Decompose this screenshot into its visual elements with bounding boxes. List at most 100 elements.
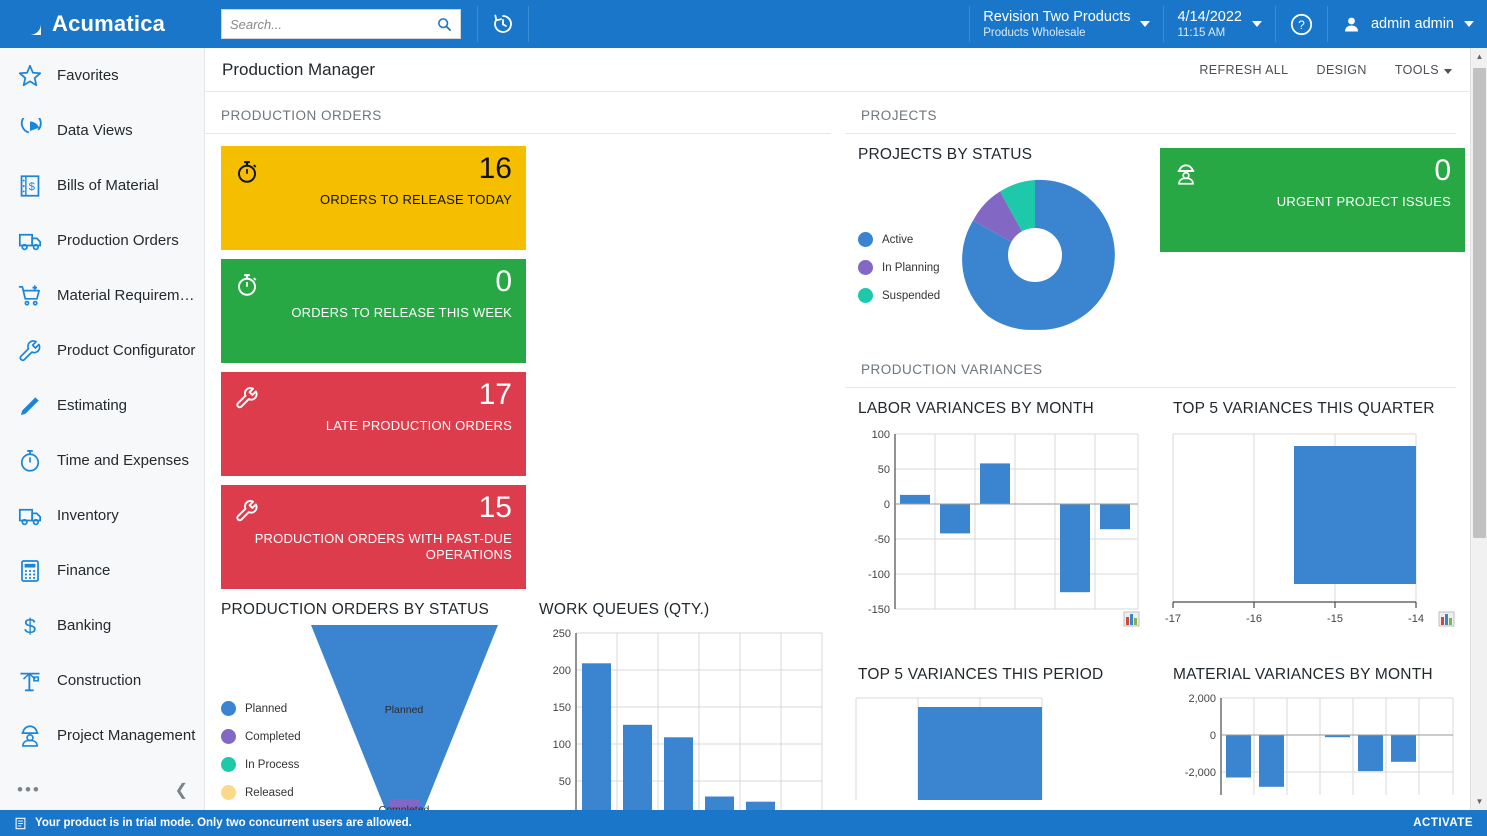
kpi-tile-orders-to-release-this-week[interactable]: 0 ORDERS TO RELEASE THIS WEEK — [221, 259, 526, 363]
legend-item[interactable]: Released — [221, 785, 301, 800]
current-time: 11:15 AM — [1177, 26, 1242, 40]
topbar-spacer — [529, 0, 969, 48]
sidebar-item-production-orders[interactable]: Production Orders — [0, 213, 204, 268]
legend-item[interactable]: Completed — [221, 729, 301, 744]
page-header: Production Manager REFRESH ALL DESIGN TO… — [205, 48, 1470, 92]
current-date: 4/14/2022 — [1177, 8, 1242, 26]
vertical-scrollbar[interactable]: ▲ ▼ — [1470, 48, 1487, 810]
sidebar-item-construction[interactable]: Construction — [0, 653, 204, 708]
sidebar-item-project-management[interactable]: Project Management — [0, 708, 204, 763]
widget-title: LABOR VARIANCES BY MONTH — [845, 388, 1160, 424]
scroll-up-arrow-icon[interactable]: ▲ — [1471, 48, 1487, 65]
search-input[interactable] — [230, 17, 437, 32]
svg-text:$: $ — [24, 613, 36, 638]
search-area — [205, 0, 477, 48]
scroll-down-arrow-icon[interactable]: ▼ — [1471, 793, 1487, 810]
legend-label: Completed — [245, 731, 301, 743]
widget-title: PROJECTS BY STATUS — [845, 134, 1160, 170]
sidebar-item-label: Finance — [57, 562, 110, 579]
projects-donut-chart — [950, 170, 1120, 340]
crane-icon — [17, 668, 43, 694]
recent-history-icon — [491, 12, 515, 36]
sidebar-item-time-and-expenses[interactable]: Time and Expenses — [0, 433, 204, 488]
brand-logo-area[interactable]: Acumatica — [0, 0, 205, 48]
sidebar-item-data-views[interactable]: Data Views — [0, 103, 204, 158]
page-toolbar: REFRESH ALL DESIGN TOOLS — [1199, 63, 1470, 77]
svg-text:-15: -15 — [1327, 613, 1343, 625]
user-menu[interactable]: admin admin — [1328, 0, 1487, 48]
chart-type-badge-icon — [1439, 612, 1454, 626]
legend-swatch — [221, 757, 236, 772]
section-header-production-variances: PRODUCTION VARIANCES — [845, 346, 1456, 388]
widget-work-queues: WORK QUEUES (QTY.) — [526, 589, 838, 810]
widget-material-variances: MATERIAL VARIANCES BY MONTH 2,000 — [1160, 654, 1470, 805]
svg-text:-17: -17 — [1165, 613, 1181, 625]
truck-icon — [17, 228, 43, 254]
sidebar-item-inventory[interactable]: Inventory — [0, 488, 204, 543]
truck-icon — [17, 503, 43, 529]
more-dots-icon[interactable]: ••• — [17, 780, 41, 800]
acumatica-dashboard: Acumatica Revision — [0, 0, 1487, 836]
company-selector[interactable]: Revision Two Products Products Wholesale — [970, 0, 1163, 48]
search-box[interactable] — [221, 9, 461, 39]
svg-text:Planned: Planned — [384, 704, 423, 716]
dashboard-content: PRODUCTION ORDERS 16 ORDERS TO RELEASE T… — [205, 92, 1470, 810]
bom-document-icon: $ — [17, 173, 43, 199]
urgent-tile-wrap: 0 URGENT PROJECT ISSUES — [1160, 134, 1470, 340]
wrench-icon — [234, 498, 260, 524]
top5-quarter-chart: -17 -16 -15 -14 — [1163, 424, 1463, 649]
widget-top5-variances-quarter: TOP 5 VARIANCES THIS QUARTER -17 — [1160, 388, 1470, 654]
design-button[interactable]: DESIGN — [1317, 63, 1367, 77]
section-header-projects: PROJECTS — [845, 92, 1456, 134]
sidebar-item-material-requirements[interactable]: Material Requirem… — [0, 268, 204, 323]
kpi-tile-orders-to-release-today[interactable]: 16 ORDERS TO RELEASE TODAY — [221, 146, 526, 250]
sidebar-item-label: Production Orders — [57, 232, 179, 249]
wrench-icon — [234, 385, 260, 411]
info-document-icon — [14, 817, 27, 830]
trial-message: Your product is in trial mode. Only two … — [35, 817, 412, 829]
scrollbar-thumb[interactable] — [1473, 68, 1486, 538]
refresh-all-button[interactable]: REFRESH ALL — [1199, 63, 1288, 77]
stopwatch-icon — [234, 159, 260, 185]
search-icon[interactable] — [437, 17, 452, 32]
calculator-icon — [17, 558, 43, 584]
kpi-tile-urgent-project-issues[interactable]: 0 URGENT PROJECT ISSUES — [1160, 148, 1465, 252]
sidebar-item-bills-of-material[interactable]: $ Bills of Material — [0, 158, 204, 213]
kpi-value: 0 — [495, 267, 512, 297]
svg-text:0: 0 — [884, 499, 890, 511]
legend-item[interactable]: Suspended — [858, 288, 940, 303]
company-name: Revision Two Products — [983, 8, 1130, 26]
sidebar-item-finance[interactable]: Finance — [0, 543, 204, 598]
legend-item[interactable]: In Planning — [858, 260, 940, 275]
sidebar-item-label: Time and Expenses — [57, 452, 189, 469]
legend-item[interactable]: Planned — [221, 701, 301, 716]
kpi-tile-late-production-orders[interactable]: 17 LATE PRODUCTION ORDERS — [221, 372, 526, 476]
help-button[interactable]: ? — [1276, 0, 1327, 48]
sidebar-item-banking[interactable]: $ Banking — [0, 598, 204, 653]
chevron-left-icon[interactable]: ❮ — [175, 780, 188, 800]
tools-button[interactable]: TOOLS — [1395, 63, 1452, 77]
trial-mode-status-bar: Your product is in trial mode. Only two … — [0, 810, 1487, 836]
widget-production-orders-by-status: PRODUCTION ORDERS BY STATUS Planned Comp… — [208, 589, 526, 810]
legend-label: Suspended — [882, 290, 940, 302]
svg-text:$: $ — [29, 180, 36, 192]
legend-swatch — [858, 232, 873, 247]
kpi-label: URGENT PROJECT ISSUES — [1174, 194, 1451, 210]
widget-labor-variances: LABOR VARIANCES BY MONTH — [845, 388, 1160, 654]
datetime-selector[interactable]: 4/14/2022 11:15 AM — [1164, 0, 1275, 48]
variances-row-2: TOP 5 VARIANCES THIS PERIOD MATERIAL VAR… — [845, 654, 1470, 805]
chevron-down-icon — [1252, 21, 1262, 27]
recent-history-button[interactable] — [478, 0, 528, 48]
star-icon — [17, 63, 43, 89]
sidebar-item-estimating[interactable]: Estimating — [0, 378, 204, 433]
legend-item[interactable]: In Process — [221, 757, 301, 772]
pencil-icon — [17, 393, 43, 419]
svg-text:-150: -150 — [868, 604, 890, 616]
legend-item[interactable]: Active — [858, 232, 940, 247]
sidebar-item-product-configurator[interactable]: Product Configurator — [0, 323, 204, 378]
sidebar-item-favorites[interactable]: Favorites — [0, 48, 204, 103]
right-column: PROJECTS PROJECTS BY STATUS Active In — [845, 92, 1470, 805]
kpi-value: 17 — [479, 380, 512, 410]
activate-link[interactable]: ACTIVATE — [1413, 817, 1473, 829]
kpi-tile-past-due-operations[interactable]: 15 PRODUCTION ORDERS WITH PAST-DUE OPERA… — [221, 485, 526, 589]
